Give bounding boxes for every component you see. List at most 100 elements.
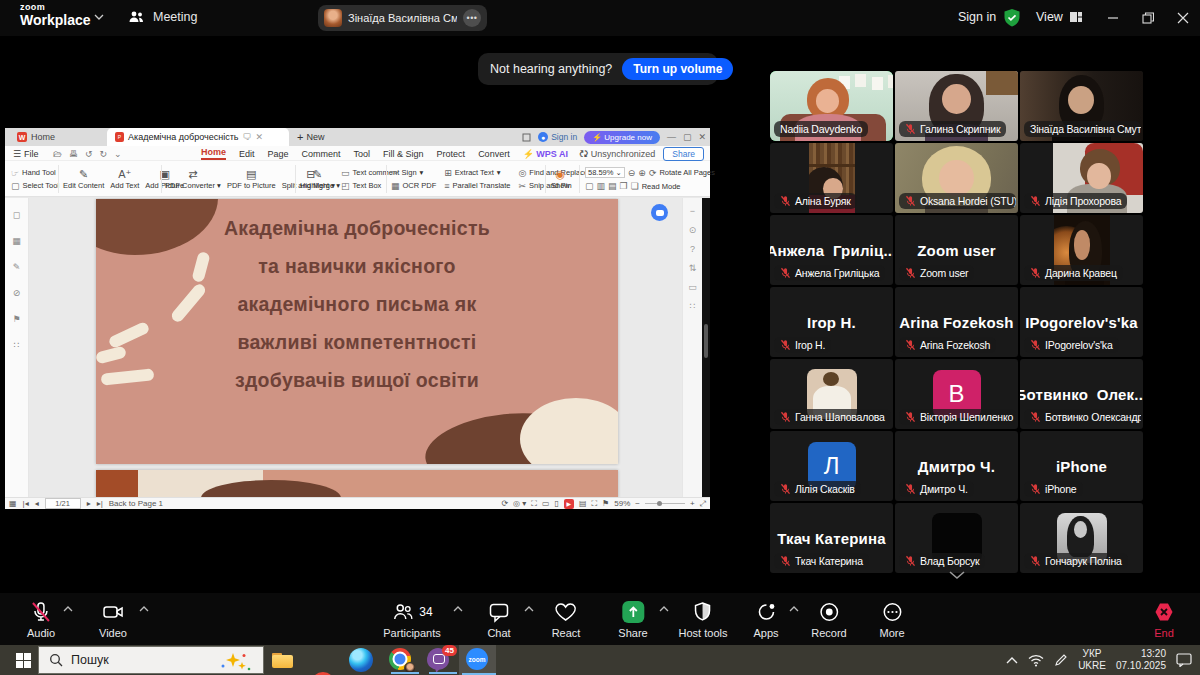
wps-menu-wps-ai[interactable]: ⚡ WPS AI: [523, 149, 568, 159]
wps-menu-comment[interactable]: Comment: [302, 149, 341, 159]
language-indicator[interactable]: УКРUKRE: [1078, 648, 1106, 673]
wps-file-menu[interactable]: ☰File: [13, 146, 39, 161]
last-page-icon[interactable]: ▸|: [97, 499, 103, 508]
participant-tile[interactable]: Arina FozekoshArina Fozekosh: [895, 287, 1018, 357]
participants-options-chevron[interactable]: [453, 606, 463, 612]
participant-tile[interactable]: Ганна Шаповалова: [770, 359, 893, 429]
participant-tile[interactable]: ЛЛілія Скасків: [770, 431, 893, 501]
layout-icon[interactable]: ▭: [542, 499, 550, 508]
wps-home-tab[interactable]: WHome: [9, 128, 105, 146]
wps-restore-icon[interactable]: ▢: [683, 132, 692, 142]
video-button[interactable]: Video: [99, 600, 127, 639]
participant-tile[interactable]: Ботвинко Олек...Ботвинко Олександр ...: [1020, 359, 1143, 429]
audio-button[interactable]: Audio: [27, 600, 55, 639]
participant-tile[interactable]: Oksana Hordei (STU): [895, 143, 1018, 213]
start-button[interactable]: [8, 645, 38, 675]
rail-icon-4[interactable]: ▭: [688, 282, 697, 292]
participant-tile[interactable]: Галина Скрипник: [895, 71, 1018, 141]
rail-icon-0[interactable]: −: [690, 206, 695, 216]
wps-right-rail[interactable]: −⊙?⇅▭∷: [682, 198, 702, 497]
rail-icon-1[interactable]: ⊙: [689, 225, 697, 235]
participant-tile[interactable]: Nadiia Davydenko: [770, 71, 893, 141]
participant-tile[interactable]: iPhoneiPhone: [1020, 431, 1143, 501]
wifi-icon[interactable]: [1028, 654, 1044, 667]
edge-icon[interactable]: [349, 648, 373, 672]
play-slideshow-icon[interactable]: ▶: [564, 499, 574, 509]
wps-ai-assistant-icon[interactable]: [651, 204, 668, 221]
grid-more-chevron-icon[interactable]: [948, 570, 966, 580]
layout3-icon[interactable]: ▤: [579, 499, 587, 508]
participants-button[interactable]: 34 Participants: [383, 600, 440, 639]
wps-menu-edit[interactable]: Edit: [239, 149, 255, 159]
end-button[interactable]: End: [1152, 600, 1176, 639]
sidebar-toggle-icon[interactable]: ▦: [9, 499, 17, 508]
tab-meeting[interactable]: Meeting: [128, 9, 197, 25]
tab-screen-share[interactable]: Зінаїда Василівна Смутчак's scr •••: [318, 5, 487, 31]
sync-status[interactable]: 🗘 Unsynchronized: [579, 149, 655, 159]
participant-tile[interactable]: Аліна Буряк: [770, 143, 893, 213]
wps-menu-tool[interactable]: Tool: [354, 149, 371, 159]
window-icon[interactable]: [522, 133, 531, 142]
wps-menu-page[interactable]: Page: [268, 149, 289, 159]
wps-menu-fill-sign[interactable]: Fill & Sign: [383, 149, 424, 159]
participant-tile[interactable]: Irop H.Irop H.: [770, 287, 893, 357]
viber-icon[interactable]: 45: [427, 648, 451, 672]
next-page-icon[interactable]: ▸: [87, 499, 91, 508]
wps-left-sidebar[interactable]: ◻▦✎⊘⚑∷: [5, 198, 29, 497]
host-tools-button[interactable]: Host tools: [679, 600, 728, 639]
doc-close-icon[interactable]: ✕: [255, 132, 263, 142]
layout4-icon[interactable]: ⛶: [591, 499, 597, 509]
wps-sign-in[interactable]: ●Sign in: [538, 132, 577, 142]
chat-options-chevron[interactable]: [524, 606, 534, 612]
minimize-button[interactable]: [1096, 0, 1130, 36]
security-shield-icon[interactable]: [1003, 8, 1021, 28]
wps-menu-convert[interactable]: Convert: [478, 149, 510, 159]
record-button[interactable]: Record: [811, 600, 846, 639]
chrome-profile-icon[interactable]: [389, 648, 413, 672]
zoom-slider[interactable]: [645, 503, 685, 504]
sidebar-icon-1[interactable]: ▦: [12, 236, 21, 246]
close-button[interactable]: [1166, 0, 1200, 36]
sidebar-icon-3[interactable]: ⊘: [13, 288, 21, 298]
prev-page-icon[interactable]: ◂: [35, 499, 39, 508]
wps-document-tab[interactable]: PАкадемічна доброчесність🗨✕: [107, 128, 289, 146]
tool-hand-select[interactable]: ☞Hand Tool ▢Select Tool: [11, 163, 59, 195]
apps-button[interactable]: Apps: [753, 600, 778, 639]
wps-menu-protect[interactable]: Protect: [437, 149, 466, 159]
back-to-page-link[interactable]: Back to Page 1: [109, 499, 163, 508]
rail-icon-3[interactable]: ⇅: [689, 263, 697, 273]
zoom-app-icon[interactable]: zoom: [466, 648, 490, 672]
file-explorer-icon[interactable]: [271, 648, 295, 672]
fullscreen-icon[interactable]: ⤢: [700, 499, 706, 509]
sidebar-icon-0[interactable]: ◻: [13, 210, 20, 220]
audio-options-chevron[interactable]: [63, 606, 73, 612]
participant-tile[interactable]: Дмитро Ч.Дмитро Ч.: [895, 431, 1018, 501]
sidebar-icon-2[interactable]: ✎: [13, 262, 21, 272]
sign-in-link[interactable]: Sign in: [958, 10, 996, 24]
share-button[interactable]: Share: [618, 600, 647, 639]
zoom-level[interactable]: 59%: [614, 499, 630, 508]
tray-expand-icon[interactable]: [1006, 656, 1018, 664]
wps-quick-icons[interactable]: 🗁🖶↺↻⌄: [53, 146, 122, 161]
participant-tile[interactable]: IPogorelov's'kaIPogorelov's'ka: [1020, 287, 1143, 357]
wps-close-icon[interactable]: ✕: [698, 132, 706, 142]
clock[interactable]: 13:2007.10.2025: [1116, 648, 1166, 673]
participant-tile[interactable]: Дарина Кравец: [1020, 215, 1143, 285]
pen-icon[interactable]: [1054, 653, 1068, 667]
upgrade-button[interactable]: ⚡ Upgrade now: [584, 131, 660, 144]
layout2-icon[interactable]: ▯: [554, 499, 558, 508]
apps-options-chevron[interactable]: [789, 606, 799, 612]
chevron-down-icon[interactable]: [94, 14, 104, 20]
turn-up-volume-button[interactable]: Turn up volume: [622, 58, 733, 80]
participant-tile[interactable]: Лідія Прохорова: [1020, 143, 1143, 213]
fit-icon[interactable]: ⛶: [531, 499, 537, 509]
video-options-chevron[interactable]: [139, 606, 149, 612]
search-input[interactable]: Пошук: [38, 646, 264, 674]
tool-comment-group[interactable]: ✎Highlight ▾ ▭Text comment◰Text Box: [300, 163, 399, 195]
participant-tile[interactable]: Ткач КатеринаТкач Катерина: [770, 503, 893, 573]
view-mode-icon[interactable]: ◎ ▾: [513, 499, 526, 508]
wps-menu-home[interactable]: Home: [201, 147, 226, 160]
rotate-icon[interactable]: ⟳: [501, 499, 508, 508]
wps-share-button[interactable]: Share: [663, 147, 704, 161]
more-options-icon[interactable]: •••: [463, 9, 481, 27]
